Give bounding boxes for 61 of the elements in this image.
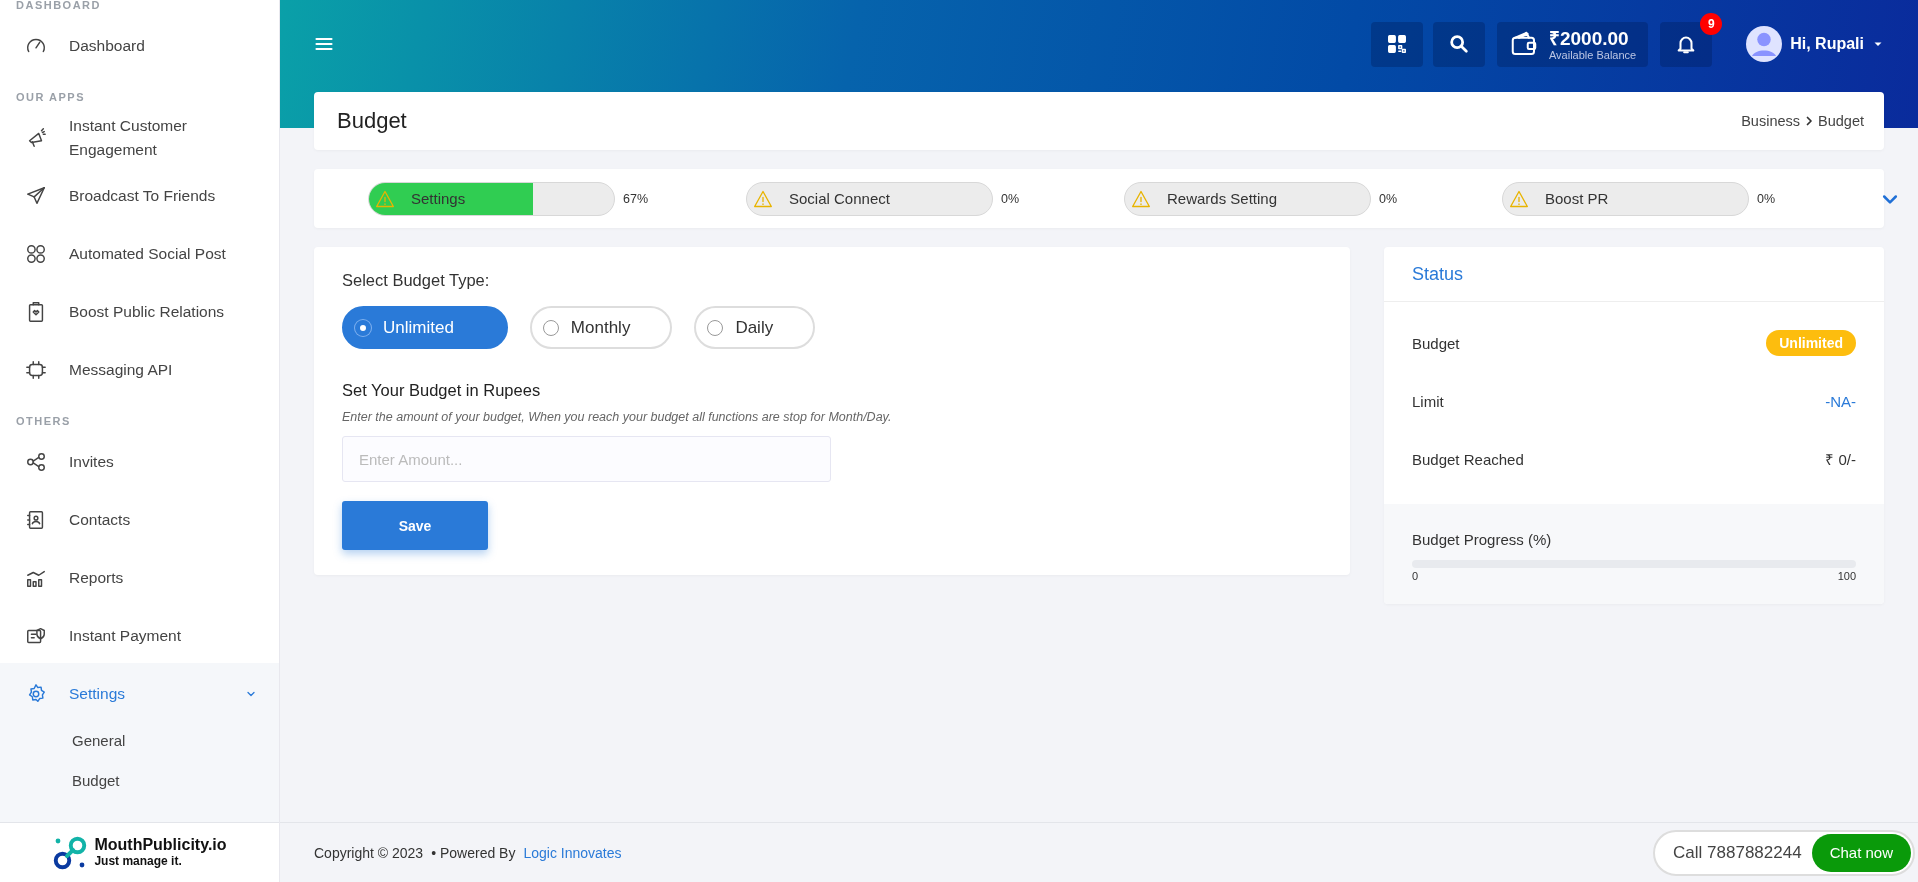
hint-text: Enter the amount of your budget, When you reach your budget all functions are stop for Month/Day. xyxy=(342,410,893,424)
company-link[interactable]: Logic Innovates xyxy=(523,844,622,861)
step-progress-bar[interactable]: Rewards Setting xyxy=(1124,181,1371,216)
page-title: Budget xyxy=(337,108,407,134)
step-progress-bar[interactable]: Social Connect xyxy=(746,181,993,216)
radio-option[interactable]: Daily xyxy=(694,306,816,349)
step-percent: 67% xyxy=(623,191,649,206)
scale-label: 0 xyxy=(1412,570,1419,582)
step-percent: 0% xyxy=(1379,191,1398,206)
submenu-item[interactable]: Budget xyxy=(0,761,279,801)
status-value: -NA- xyxy=(1825,392,1856,410)
section-heading: OUR APPS xyxy=(15,91,87,103)
form-label: Select Budget Type: xyxy=(342,271,491,290)
sidebar-item[interactable]: Dashboard xyxy=(0,19,279,73)
radio-option[interactable]: Unlimited xyxy=(342,306,508,349)
step-label: Boost PR xyxy=(1545,190,1609,207)
status-label: Budget Reached xyxy=(1412,450,1524,468)
section-heading: OTHERS xyxy=(15,415,72,427)
sidebar-item[interactable]: Automated Social Post xyxy=(0,227,279,281)
user-menu[interactable]: Hi, Rupali xyxy=(1746,26,1884,62)
wallet-balance-button[interactable]: ₹2000.00 Available Balance xyxy=(1496,21,1649,67)
sidebar-item[interactable]: Contacts xyxy=(0,493,279,547)
copyright-text: Copyright © 2023 xyxy=(314,844,424,861)
sidebar-item[interactable]: Messaging API xyxy=(0,343,279,397)
sidebar-item[interactable]: Settings xyxy=(0,667,279,721)
step-label: Social Connect xyxy=(789,190,890,207)
powered-by-text: • Powered By xyxy=(431,844,516,861)
step-progress-bar[interactable]: Settings xyxy=(368,181,615,216)
section-title: Set Your Budget in Rupees xyxy=(342,381,542,400)
step-percent: 0% xyxy=(1757,191,1776,206)
phone-number: Call 7887882244 xyxy=(1673,842,1802,863)
breadcrumb-link[interactable]: Business xyxy=(1741,113,1801,129)
sidebar-item[interactable]: Invites xyxy=(0,435,279,489)
step-progress-bar[interactable]: Boost PR xyxy=(1502,181,1749,216)
chat-now-button[interactable]: Chat now xyxy=(1811,833,1911,872)
step-label: Rewards Setting xyxy=(1167,190,1278,207)
scale-label: 100 xyxy=(1837,570,1856,582)
save-button[interactable]: Save xyxy=(342,501,488,550)
balance-caption: Available Balance xyxy=(1548,48,1637,61)
sidebar-item[interactable]: Broadcast To Friends xyxy=(0,169,279,223)
breadcrumb-link[interactable]: Budget xyxy=(1818,113,1864,129)
section-heading: DASHBOARD xyxy=(15,0,102,11)
sidebar-item[interactable]: Reports xyxy=(0,551,279,605)
sidebar-item[interactable]: Boost Public Relations xyxy=(0,285,279,339)
panel-title: Status xyxy=(1384,247,1884,302)
sidebar-item[interactable]: Instant Customer Engagement xyxy=(0,111,279,165)
radio-option[interactable]: Monthly xyxy=(529,306,673,349)
status-value: ₹ 0/- xyxy=(1825,450,1856,469)
sidebar-item[interactable]: Instant Payment xyxy=(0,609,279,663)
brand-name: MouthPublicity.io xyxy=(94,836,227,853)
status-label: Limit xyxy=(1412,392,1444,410)
submenu-item[interactable]: General xyxy=(0,721,279,761)
step-percent: 0% xyxy=(1001,191,1020,206)
brand-tagline: Just manage it. xyxy=(94,853,183,869)
progress-label: Budget Progress (%) xyxy=(1412,531,1553,548)
status-label: Budget xyxy=(1412,334,1460,352)
step-label: Settings xyxy=(411,190,466,207)
amount-input[interactable]: Enter Amount... xyxy=(342,436,831,482)
notification-count: 9 xyxy=(1700,12,1723,35)
balance-amount: ₹2000.00 xyxy=(1548,27,1629,49)
status-badge: Unlimited xyxy=(1766,330,1856,356)
